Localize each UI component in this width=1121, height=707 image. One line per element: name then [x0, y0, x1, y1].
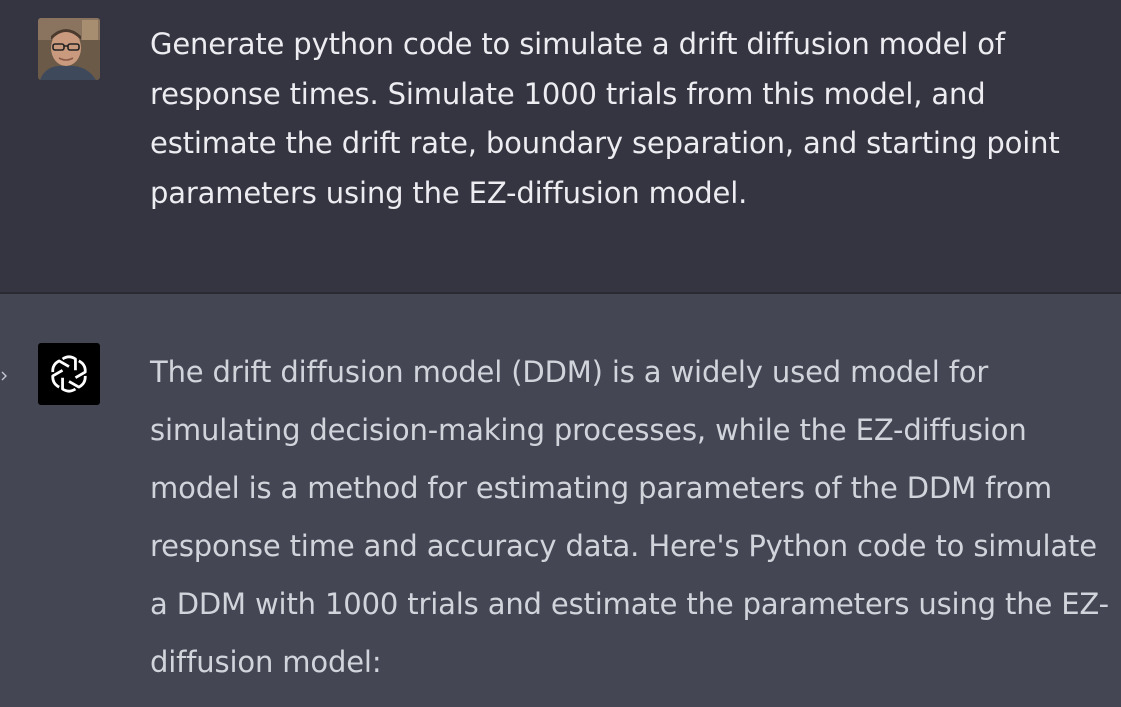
- user-photo-icon: [38, 18, 100, 80]
- openai-logo-icon: [51, 355, 87, 393]
- chevron-right-icon[interactable]: [0, 366, 10, 386]
- assistant-message-text: The drift diffusion model (DDM) is a wid…: [150, 355, 1109, 679]
- conversation: Generate python code to simulate a drift…: [0, 0, 1121, 707]
- assistant-avatar: [38, 343, 100, 405]
- user-message-text: Generate python code to simulate a drift…: [150, 27, 1060, 210]
- user-message: Generate python code to simulate a drift…: [0, 0, 1121, 292]
- assistant-message: The drift diffusion model (DDM) is a wid…: [0, 294, 1121, 707]
- user-avatar: [38, 18, 100, 80]
